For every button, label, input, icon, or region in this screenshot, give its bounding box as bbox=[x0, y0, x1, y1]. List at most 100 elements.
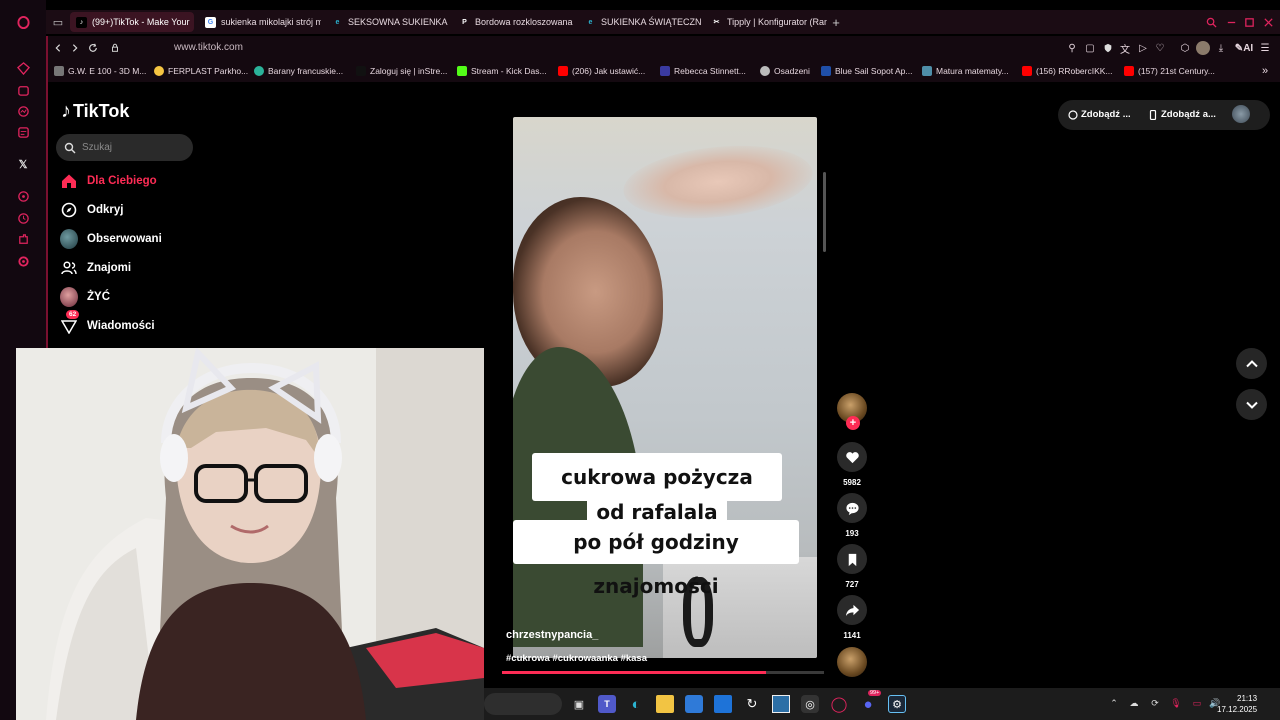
x-twitter-icon[interactable]: 𝕏 bbox=[0, 154, 46, 174]
video-username[interactable]: chrzestnypancia_ bbox=[506, 629, 598, 641]
forward-icon[interactable] bbox=[67, 40, 83, 56]
bookmarks-overflow-icon[interactable]: » bbox=[1262, 64, 1268, 78]
bookmark-item[interactable]: FERPLAST Parkho... bbox=[154, 64, 248, 78]
onedrive-icon[interactable]: ☁ bbox=[1128, 697, 1140, 709]
minimize-icon[interactable] bbox=[1223, 14, 1239, 30]
history-icon[interactable] bbox=[0, 208, 46, 228]
speed-dial-icon[interactable] bbox=[0, 58, 46, 78]
snapshot-icon[interactable]: ▢ bbox=[1083, 41, 1097, 55]
whatsapp-icon[interactable] bbox=[0, 122, 46, 142]
live-avatar bbox=[60, 287, 78, 307]
bookmark-item[interactable]: Stream - Kick Das... bbox=[457, 64, 547, 78]
bookmark-item[interactable]: (206) Jak ustawić... bbox=[558, 64, 645, 78]
heart-icon[interactable]: ♡ bbox=[1153, 41, 1167, 55]
tab-google[interactable]: G sukienka mikolajki strój m bbox=[199, 12, 321, 32]
url-field[interactable]: www.tiktok.com bbox=[174, 42, 243, 53]
bookmark-favicon bbox=[356, 66, 366, 76]
nav-item-following[interactable]: Obserwowani bbox=[60, 228, 162, 250]
game-icon[interactable]: ◎ bbox=[801, 695, 819, 713]
store-icon[interactable] bbox=[685, 695, 703, 713]
google-icon: G bbox=[205, 16, 216, 28]
share-button[interactable] bbox=[837, 595, 867, 625]
back-icon[interactable] bbox=[50, 40, 66, 56]
bookmark-item[interactable]: Osadzeni bbox=[760, 64, 810, 78]
aria-icon[interactable] bbox=[0, 80, 46, 100]
steam-link-icon[interactable]: ↻ bbox=[743, 695, 761, 713]
search-input[interactable]: Szukaj bbox=[56, 134, 193, 161]
bookmark-item[interactable]: Barany francuskie... bbox=[254, 64, 343, 78]
get-app-button[interactable]: Zdobądź a... bbox=[1148, 109, 1216, 120]
maximize-icon[interactable] bbox=[1241, 14, 1257, 30]
banner-letter bbox=[768, 607, 817, 657]
reload-icon[interactable] bbox=[85, 40, 101, 56]
new-tab-button[interactable]: + bbox=[828, 14, 844, 30]
tab-overview-icon[interactable]: ▭ bbox=[50, 14, 66, 30]
bookmark-item[interactable]: Rebecca Stinnett... bbox=[660, 64, 746, 78]
translate-icon[interactable]: 文 bbox=[1118, 41, 1132, 56]
tab-tipply[interactable]: ✂ Tipply | Konfigurator (Ran bbox=[705, 12, 827, 32]
task-view-icon[interactable]: ▣ bbox=[570, 695, 588, 713]
tab-swiateczna[interactable]: e SUKIENKA ŚWIĄTECZNA bbox=[579, 12, 701, 32]
search-tabs-icon[interactable] bbox=[1203, 14, 1219, 30]
puzzle-icon[interactable]: ⬡ bbox=[1178, 41, 1192, 55]
close-icon[interactable] bbox=[1260, 14, 1276, 30]
microphone-icon[interactable]: 🎙 bbox=[1170, 697, 1182, 709]
bookmark-item[interactable]: Blue Sail Sopot Ap... bbox=[821, 64, 913, 78]
save-button[interactable] bbox=[837, 544, 867, 574]
app-icon[interactable] bbox=[772, 695, 790, 713]
tiktok-logo[interactable]: ♪ TikTok bbox=[61, 100, 129, 123]
tab-seksowna[interactable]: e SEKSOWNA SUKIENKA Ś bbox=[326, 12, 448, 32]
nav-item-live[interactable]: ŻYĆ bbox=[60, 286, 110, 308]
extensions-icon[interactable] bbox=[0, 229, 46, 249]
nav-item-friends[interactable]: Znajomi bbox=[60, 257, 131, 279]
bookmark-item[interactable]: Zaloguj się | inStre... bbox=[356, 64, 447, 78]
bookmark-item[interactable]: (156) RRobercIKK... bbox=[1022, 64, 1113, 78]
follow-plus-icon[interactable]: + bbox=[846, 416, 860, 430]
bookmark-label: G.W. E 100 - 3D M... bbox=[68, 66, 147, 76]
tab-tiktok[interactable]: ♪ (99+)TikTok - Make Your bbox=[70, 12, 194, 32]
sync-icon[interactable]: ⟳ bbox=[1149, 697, 1161, 709]
opera-gx-icon[interactable]: ◯ bbox=[830, 695, 848, 713]
nav-item-explore[interactable]: Odkryj bbox=[60, 199, 123, 221]
get-coins-button[interactable]: Zdobądź ... bbox=[1068, 109, 1131, 120]
messenger-icon[interactable] bbox=[0, 101, 46, 121]
mail-icon[interactable] bbox=[714, 695, 732, 713]
menu-icon[interactable]: ☰ bbox=[1258, 41, 1272, 55]
music-disc-avatar[interactable] bbox=[837, 647, 867, 677]
steam-icon[interactable]: ⚙ bbox=[888, 695, 906, 713]
pin-icon[interactable]: ⚲ bbox=[1065, 41, 1079, 55]
teams-icon[interactable]: T bbox=[598, 695, 616, 713]
tab-bordowa[interactable]: P Bordowa rozkloszowana bbox=[453, 12, 575, 32]
bookmark-item[interactable]: G.W. E 100 - 3D M... bbox=[54, 64, 146, 78]
edge-icon[interactable]: ◐ bbox=[627, 695, 645, 713]
settings-icon[interactable] bbox=[0, 251, 46, 271]
like-button[interactable] bbox=[837, 442, 867, 472]
video-scrollbar[interactable] bbox=[823, 172, 826, 252]
bookmark-item[interactable]: Matura matematy... bbox=[922, 64, 1009, 78]
video-progress-bar[interactable] bbox=[502, 671, 824, 674]
opera-logo-icon[interactable] bbox=[0, 12, 46, 32]
taskbar-search[interactable] bbox=[484, 693, 562, 715]
play-icon[interactable]: ▷ bbox=[1136, 41, 1150, 55]
lock-icon[interactable] bbox=[107, 40, 123, 56]
previous-video-button[interactable] bbox=[1236, 348, 1267, 379]
profile-avatar[interactable] bbox=[1196, 41, 1210, 55]
ai-button[interactable]: ✎ AI bbox=[1232, 41, 1256, 55]
user-avatar[interactable] bbox=[1232, 105, 1250, 123]
discord-icon[interactable]: ● 99+ bbox=[859, 690, 882, 713]
bookmark-item[interactable]: (157) 21st Century... bbox=[1124, 64, 1215, 78]
file-explorer-icon[interactable] bbox=[656, 695, 674, 713]
next-video-button[interactable] bbox=[1236, 389, 1267, 420]
shield-icon[interactable] bbox=[1101, 41, 1115, 55]
tray-overflow-icon[interactable]: ⌃ bbox=[1108, 697, 1120, 709]
flow-icon[interactable] bbox=[0, 186, 46, 206]
download-icon[interactable]: ⤓ bbox=[1214, 41, 1228, 55]
clock[interactable]: 21:13 17.12.2025 bbox=[1217, 693, 1257, 715]
video-hashtags[interactable]: #cukrowa #cukrowaanka #kasa bbox=[506, 653, 647, 664]
nav-item-for-you[interactable]: Dla Ciebiego bbox=[60, 170, 157, 192]
nav-item-messages[interactable]: 62 Wiadomości bbox=[60, 310, 155, 337]
comment-button[interactable] bbox=[837, 493, 867, 523]
display-icon[interactable]: ▭ bbox=[1191, 697, 1203, 709]
video-player[interactable]: cukrowa pożycza kasę od rafalala po pół … bbox=[513, 117, 817, 658]
notification-badge: 99+ bbox=[868, 690, 882, 696]
